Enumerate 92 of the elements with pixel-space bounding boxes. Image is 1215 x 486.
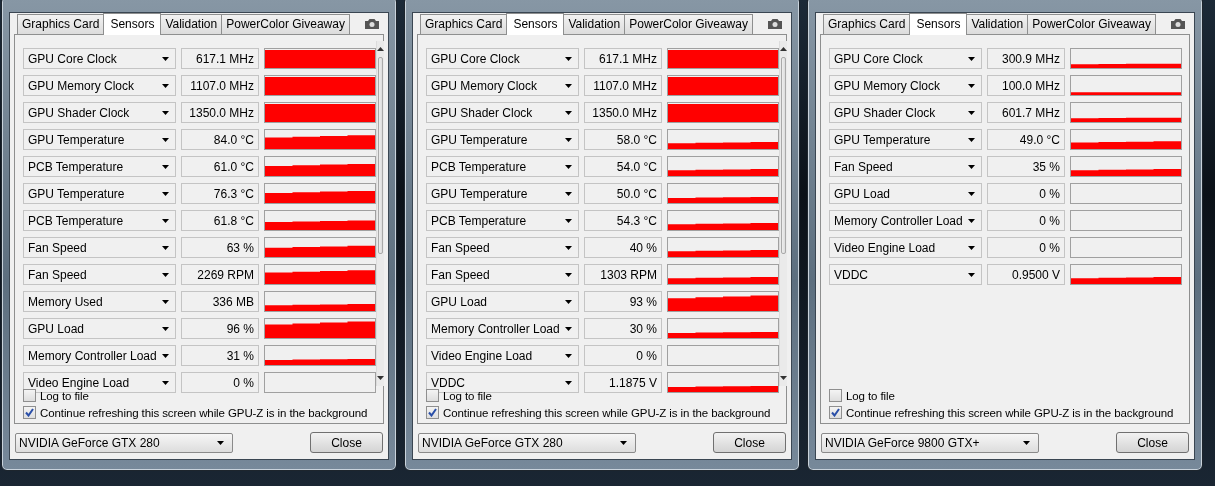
sensor-dropdown[interactable]: Fan Speed xyxy=(23,264,176,285)
close-button[interactable]: Close xyxy=(713,432,786,453)
sensor-dropdown[interactable]: GPU Temperature xyxy=(23,129,176,150)
sensor-value: 336 MB xyxy=(181,291,259,312)
sensor-value: 30 % xyxy=(584,318,662,339)
sensor-value: 1350.0 MHz xyxy=(181,102,259,123)
close-button[interactable]: Close xyxy=(1116,432,1189,453)
sensor-dropdown[interactable]: Fan Speed xyxy=(426,237,579,258)
sensor-dropdown[interactable]: GPU Temperature xyxy=(829,129,982,150)
sensor-value: 601.7 MHz xyxy=(987,102,1065,123)
sensor-dropdown[interactable]: GPU Memory Clock xyxy=(829,75,982,96)
sensor-value: 1350.0 MHz xyxy=(584,102,662,123)
sensor-dropdown[interactable]: Memory Controller Load xyxy=(829,210,982,231)
sensor-value: 58.0 °C xyxy=(584,129,662,150)
tab[interactable]: Sensors xyxy=(103,13,162,35)
sensor-value: 0 % xyxy=(987,237,1065,258)
tab[interactable]: Validation xyxy=(563,14,626,34)
sensor-dropdown[interactable]: Fan Speed xyxy=(829,156,982,177)
gpu-dropdown[interactable]: NVIDIA GeForce GTX 280 xyxy=(15,432,233,453)
sensor-value: 617.1 MHz xyxy=(181,48,259,69)
sensor-value: 2269 RPM xyxy=(181,264,259,285)
close-button[interactable]: Close xyxy=(310,432,383,453)
tab[interactable]: Validation xyxy=(966,14,1029,34)
sensor-dropdown[interactable]: PCB Temperature xyxy=(426,156,579,177)
sensor-dropdown[interactable]: Fan Speed xyxy=(23,237,176,258)
sensor-dropdown[interactable]: PCB Temperature xyxy=(23,210,176,231)
sensor-value: 61.8 °C xyxy=(181,210,259,231)
tab[interactable]: Sensors xyxy=(506,13,565,35)
sensor-dropdown[interactable]: GPU Temperature xyxy=(426,129,579,150)
sensor-value: 0 % xyxy=(987,210,1065,231)
sensor-dropdown[interactable]: Memory Used xyxy=(23,291,176,312)
checkbox-option[interactable]: Continue refreshing this screen while GPU-Z is in the background xyxy=(426,406,771,419)
sensor-value: 54.0 °C xyxy=(584,156,662,177)
tab[interactable]: PowerColor Giveaway xyxy=(624,14,753,34)
checkbox-option[interactable]: Continue refreshing this screen while GPU-Z is in the background xyxy=(23,406,368,419)
tab[interactable]: Graphics Card xyxy=(420,14,508,34)
checkbox-option[interactable]: Log to file xyxy=(829,389,895,402)
sensor-value: 0 % xyxy=(584,345,662,366)
sensor-value: 1107.0 MHz xyxy=(584,75,662,96)
sensor-dropdown[interactable]: GPU Memory Clock xyxy=(23,75,176,96)
sensor-value: 96 % xyxy=(181,318,259,339)
tab[interactable]: PowerColor Giveaway xyxy=(221,14,350,34)
sensor-value: 31 % xyxy=(181,345,259,366)
sensor-value: 49.0 °C xyxy=(987,129,1065,150)
sensor-value: 1107.0 MHz xyxy=(181,75,259,96)
sensor-dropdown[interactable]: GPU Shader Clock xyxy=(23,102,176,123)
sensor-dropdown[interactable]: Video Engine Load xyxy=(23,372,176,393)
sensor-value: 93 % xyxy=(584,291,662,312)
sensor-value: 100.0 MHz xyxy=(987,75,1065,96)
sensor-dropdown[interactable]: Fan Speed xyxy=(426,264,579,285)
sensor-value: 76.3 °C xyxy=(181,183,259,204)
sensor-value: 1303 RPM xyxy=(584,264,662,285)
sensor-dropdown[interactable]: Video Engine Load xyxy=(426,345,579,366)
sensor-dropdown[interactable]: PCB Temperature xyxy=(23,156,176,177)
sensor-dropdown[interactable]: GPU Load xyxy=(426,291,579,312)
sensor-dropdown[interactable]: Memory Controller Load xyxy=(426,318,579,339)
sensor-dropdown[interactable]: GPU Core Clock xyxy=(829,48,982,69)
sensor-value: 0 % xyxy=(987,183,1065,204)
sensor-value: 40 % xyxy=(584,237,662,258)
gpu-dropdown[interactable]: NVIDIA GeForce 9800 GTX+ xyxy=(821,432,1039,453)
sensor-value: 54.3 °C xyxy=(584,210,662,231)
sensor-value: 0 % xyxy=(181,372,259,393)
sensor-dropdown[interactable]: GPU Load xyxy=(829,183,982,204)
sensor-dropdown[interactable]: Memory Controller Load xyxy=(23,345,176,366)
sensor-dropdown[interactable]: GPU Shader Clock xyxy=(426,102,579,123)
sensor-dropdown[interactable]: GPU Core Clock xyxy=(23,48,176,69)
sensor-dropdown[interactable]: GPU Temperature xyxy=(426,183,579,204)
sensor-dropdown[interactable]: GPU Shader Clock xyxy=(829,102,982,123)
sensor-value: 84.0 °C xyxy=(181,129,259,150)
sensor-value: 50.0 °C xyxy=(584,183,662,204)
sensor-dropdown[interactable]: GPU Load xyxy=(23,318,176,339)
sensor-dropdown[interactable]: VDDC xyxy=(829,264,982,285)
tab[interactable]: Graphics Card xyxy=(823,14,911,34)
sensor-value: 63 % xyxy=(181,237,259,258)
sensor-dropdown[interactable]: GPU Memory Clock xyxy=(426,75,579,96)
sensor-value: 617.1 MHz xyxy=(584,48,662,69)
sensor-value: 1.1875 V xyxy=(584,372,662,393)
sensor-value: 300.9 MHz xyxy=(987,48,1065,69)
sensor-dropdown[interactable]: VDDC xyxy=(426,372,579,393)
tab[interactable]: Validation xyxy=(160,14,223,34)
sensor-dropdown[interactable]: Video Engine Load xyxy=(829,237,982,258)
gpu-dropdown[interactable]: NVIDIA GeForce GTX 280 xyxy=(418,432,636,453)
sensor-value: 61.0 °C xyxy=(181,156,259,177)
sensor-dropdown[interactable]: GPU Core Clock xyxy=(426,48,579,69)
tab[interactable]: Graphics Card xyxy=(17,14,105,34)
sensor-dropdown[interactable]: GPU Temperature xyxy=(23,183,176,204)
sensor-value: 0.9500 V xyxy=(987,264,1065,285)
tab[interactable]: Sensors xyxy=(909,13,968,35)
checkbox-option[interactable]: Continue refreshing this screen while GPU-Z is in the background xyxy=(829,406,1174,419)
tab[interactable]: PowerColor Giveaway xyxy=(1027,14,1156,34)
sensor-value: 35 % xyxy=(987,156,1065,177)
sensor-dropdown[interactable]: PCB Temperature xyxy=(426,210,579,231)
